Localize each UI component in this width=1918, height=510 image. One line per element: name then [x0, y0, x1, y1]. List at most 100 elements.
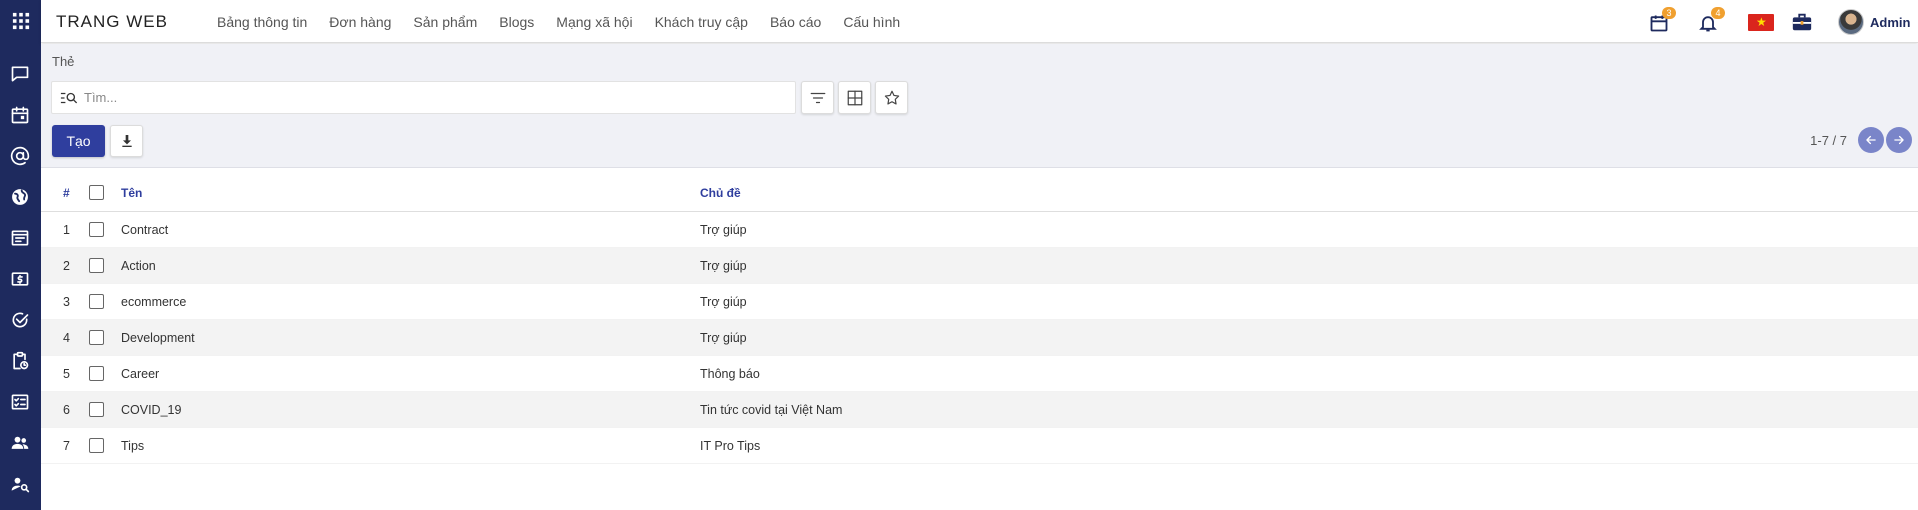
at-icon: [10, 146, 30, 166]
star-icon: [884, 90, 899, 105]
systray: 3 4 ★ Admin: [1638, 0, 1918, 43]
row-checkbox[interactable]: [89, 356, 104, 391]
row-number: 3: [63, 294, 70, 309]
table-row[interactable]: 7 Tips IT Pro Tips: [41, 428, 1918, 464]
arrow-right-icon: [1894, 135, 1904, 145]
user-menu[interactable]: Admin: [1838, 9, 1910, 35]
search-bar[interactable]: [51, 81, 796, 114]
row-number: 7: [63, 438, 70, 453]
row-number: 1: [63, 222, 70, 237]
row-checkbox[interactable]: [89, 392, 104, 427]
briefcase-icon: [1792, 13, 1812, 31]
menu-orders[interactable]: Đơn hàng: [329, 14, 391, 30]
search-icon: [60, 92, 78, 103]
row-topic: Trợ giúp: [700, 294, 747, 309]
select-all-checkbox[interactable]: [89, 174, 104, 211]
filter-icon: [810, 92, 825, 103]
menu-dashboard[interactable]: Bảng thông tin: [217, 14, 307, 30]
apps-icon: [12, 12, 29, 30]
users-icon: [11, 436, 29, 449]
language-button[interactable]: ★: [1748, 9, 1774, 35]
column-header-number: #: [63, 185, 70, 200]
arrow-left-icon: [1866, 135, 1876, 145]
table-row[interactable]: 1 Contract Trợ giúp: [41, 212, 1918, 248]
table-row[interactable]: 6 COVID_19 Tin tức covid tại Việt Nam: [41, 392, 1918, 428]
activity-count-badge: 3: [1662, 7, 1676, 19]
row-topic: Thông báo: [700, 366, 760, 381]
chat-icon: [11, 66, 29, 82]
notification-count-badge: 4: [1711, 7, 1725, 19]
row-checkbox[interactable]: [89, 320, 104, 355]
row-topic: Trợ giúp: [700, 222, 747, 237]
row-name: Career: [121, 366, 160, 381]
table-row[interactable]: 4 Development Trợ giúp: [41, 320, 1918, 356]
menu-blogs[interactable]: Blogs: [499, 14, 534, 30]
row-checkbox[interactable]: [89, 284, 104, 319]
money-icon: [11, 272, 29, 286]
globe-icon: [12, 189, 28, 205]
row-name: Tips: [121, 438, 145, 453]
task-list-icon: [11, 394, 29, 410]
sidebar-recruitment[interactable]: [9, 473, 31, 495]
user-name: Admin: [1870, 14, 1911, 30]
row-checkbox[interactable]: [89, 428, 104, 463]
row-checkbox[interactable]: [89, 212, 104, 247]
sidebar-discuss[interactable]: [9, 63, 31, 85]
pager-previous-button[interactable]: [1858, 127, 1884, 153]
favorites-button[interactable]: [875, 81, 908, 114]
main-menu: Bảng thông tin Đơn hàng Sản phẩm Blogs M…: [217, 14, 922, 30]
group-by-button[interactable]: [838, 81, 871, 114]
newspaper-icon: [11, 230, 29, 246]
sidebar: [0, 0, 41, 510]
sidebar-calendar[interactable]: [9, 104, 31, 126]
column-header-topic[interactable]: Chủ đề: [700, 174, 741, 211]
filter-button[interactable]: [801, 81, 834, 114]
export-button[interactable]: [110, 125, 143, 157]
menu-reports[interactable]: Báo cáo: [770, 14, 821, 30]
vietnam-flag-icon: ★: [1748, 13, 1774, 31]
menu-social[interactable]: Mạng xã hội: [556, 14, 632, 30]
row-name: Development: [121, 330, 195, 345]
top-navbar: TRANG WEB Bảng thông tin Đơn hàng Sản ph…: [41, 0, 1918, 43]
menu-products[interactable]: Sản phẩm: [413, 14, 477, 30]
sidebar-employees[interactable]: [9, 432, 31, 454]
company-switcher[interactable]: [1790, 9, 1814, 35]
sidebar-invoicing[interactable]: [9, 268, 31, 290]
control-panel: Thẻ Tạo 1-7 / 7: [41, 44, 1918, 168]
row-topic: Trợ giúp: [700, 258, 747, 273]
sidebar-blog[interactable]: [9, 227, 31, 249]
search-input[interactable]: [84, 90, 764, 105]
apps-menu-button[interactable]: [0, 0, 41, 42]
sidebar-tasks[interactable]: [9, 309, 31, 331]
row-number: 4: [63, 330, 70, 345]
sidebar-website[interactable]: [9, 186, 31, 208]
breadcrumb[interactable]: Thẻ: [52, 54, 74, 69]
tags-list-table: # Tên Chủ đề 1 Contract Trợ giúp 2 Actio…: [41, 174, 1918, 464]
row-checkbox[interactable]: [89, 248, 104, 283]
row-name: ecommerce: [121, 294, 187, 309]
app-brand[interactable]: TRANG WEB: [56, 12, 168, 32]
pager-value[interactable]: 1-7 / 7: [1810, 133, 1847, 148]
download-icon: [121, 135, 132, 147]
table-row[interactable]: 3 ecommerce Trợ giúp: [41, 284, 1918, 320]
table-header: # Tên Chủ đề: [41, 174, 1918, 212]
create-button[interactable]: Tạo: [52, 125, 105, 157]
menu-visitors[interactable]: Khách truy cập: [655, 14, 748, 30]
row-name: Contract: [121, 222, 169, 237]
table-row[interactable]: 2 Action Trợ giúp: [41, 248, 1918, 284]
sidebar-timesheet[interactable]: [9, 350, 31, 372]
row-number: 5: [63, 366, 70, 381]
row-name: Action: [121, 258, 156, 273]
sidebar-email[interactable]: [9, 145, 31, 167]
activity-button[interactable]: 3: [1649, 7, 1676, 35]
user-search-icon: [11, 477, 30, 493]
table-row[interactable]: 5 Career Thông báo: [41, 356, 1918, 392]
column-header-name[interactable]: Tên: [121, 174, 142, 211]
row-topic: Tin tức covid tại Việt Nam: [700, 402, 843, 417]
row-topic: IT Pro Tips: [700, 438, 761, 453]
pager-next-button[interactable]: [1886, 127, 1912, 153]
row-name: COVID_19: [121, 402, 182, 417]
sidebar-checklist[interactable]: [9, 391, 31, 413]
menu-configuration[interactable]: Cấu hình: [843, 14, 900, 30]
notifications-button[interactable]: 4: [1698, 7, 1725, 35]
